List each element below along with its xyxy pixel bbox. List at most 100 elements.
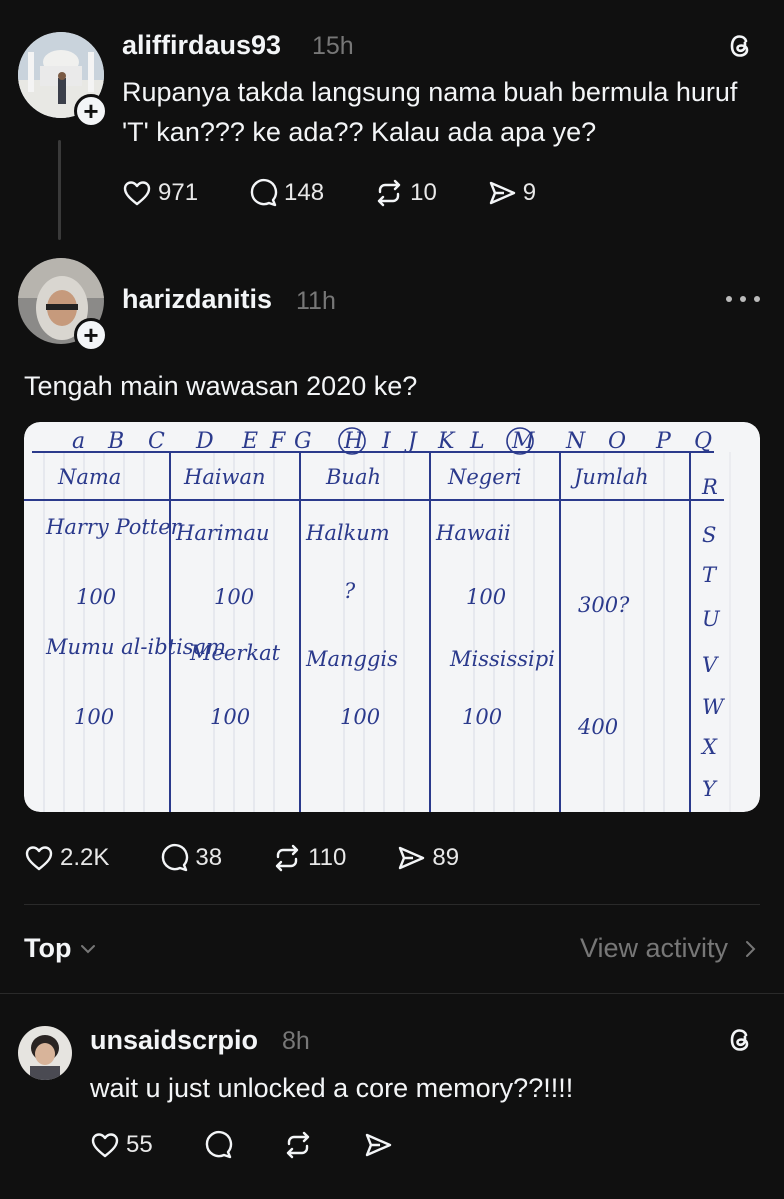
share-button[interactable]	[363, 1130, 393, 1160]
heart-icon	[123, 181, 151, 206]
repost-count: 10	[410, 179, 437, 206]
reply-button[interactable]: 38	[159, 843, 222, 873]
post-aliffirdaus93: + aliffirdaus93 15h Rupanya takda langsu…	[0, 0, 784, 240]
comment-icon	[162, 843, 189, 872]
row1-haiwan: Harimau	[175, 521, 270, 545]
sheet-letter: C	[148, 429, 165, 454]
share-count: 9	[522, 179, 537, 206]
view-activity-link[interactable]: View activity	[580, 933, 760, 964]
row1-negeri: Hawaii	[435, 521, 511, 545]
comment-icon	[205, 1130, 232, 1159]
sheet-letter: B	[107, 429, 124, 454]
side-letter: R	[701, 475, 718, 499]
like-count: 2.2K	[60, 844, 110, 871]
sheet-letter: K	[437, 429, 456, 454]
follow-plus-button[interactable]: +	[74, 318, 108, 352]
header-buah: Buah	[325, 465, 381, 489]
row1-score-haiwan: 100	[214, 585, 254, 609]
post-text: Tengah main wawasan 2020 ke?	[24, 371, 418, 401]
action-bar: 55	[90, 1130, 443, 1160]
repost-button[interactable]: 10	[374, 178, 437, 208]
like-button[interactable]: 2.2K	[24, 843, 109, 873]
repost-icon	[286, 1131, 309, 1159]
reply-button[interactable]: 148	[248, 178, 324, 208]
repost-button[interactable]	[283, 1130, 313, 1160]
reply-count: 38	[195, 844, 223, 871]
side-letter: X	[700, 735, 718, 759]
threads-logo-icon[interactable]	[724, 1024, 756, 1056]
profile-photo	[18, 1026, 72, 1080]
row2-score-jumlah: 400	[577, 715, 618, 739]
sheet-letter: D	[195, 429, 214, 454]
row2-score-negeri: 100	[462, 705, 502, 729]
sort-label: Top	[24, 933, 72, 963]
row1-score-jumlah: 300?	[578, 593, 630, 617]
repost-icon	[377, 179, 401, 207]
header-haiwan: Haiwan	[183, 465, 266, 489]
comment-icon	[250, 178, 278, 207]
timestamp: 8h	[282, 1027, 310, 1055]
sheet-letter: L	[469, 429, 485, 454]
chevron-down-icon	[81, 944, 96, 953]
side-letter: V	[702, 653, 719, 677]
like-count: 971	[158, 179, 199, 206]
send-icon	[489, 181, 515, 205]
side-letter: S	[702, 523, 716, 547]
avatar[interactable]	[18, 1026, 72, 1080]
username[interactable]: harizdanitis	[122, 284, 272, 315]
sheet-letter: O	[608, 429, 626, 454]
like-button[interactable]: 971	[122, 178, 198, 208]
row1-score-nama: 100	[76, 585, 116, 609]
reply-button[interactable]	[203, 1130, 233, 1160]
post-harizdanitis: + harizdanitis 11h Tengah main wawasan 2…	[0, 240, 784, 900]
view-activity-label: View activity	[579, 933, 728, 963]
repost-count: 110	[308, 844, 347, 871]
sheet-letter: a	[72, 429, 85, 454]
sheet-letter: N	[565, 429, 586, 454]
sheet-letter: Q	[694, 429, 712, 454]
reply-count: 148	[284, 179, 325, 206]
send-icon	[399, 846, 425, 870]
username[interactable]: aliffirdaus93	[122, 30, 281, 61]
row2-score-nama: 100	[74, 705, 114, 729]
send-icon	[365, 1133, 391, 1157]
row2-score-haiwan: 100	[210, 705, 250, 729]
row1-score-negeri: 100	[466, 585, 506, 609]
share-button[interactable]: 9	[487, 178, 536, 208]
like-button[interactable]: 55	[90, 1130, 153, 1160]
row2-buah: Manggis	[305, 647, 398, 671]
repost-icon	[275, 844, 299, 872]
side-letter: Y	[702, 777, 718, 801]
sheet-letter: G	[294, 429, 312, 454]
timestamp: 15h	[312, 32, 354, 60]
row1-nama: Harry Potter	[45, 515, 183, 539]
sheet-letter: I	[381, 429, 392, 454]
follow-plus-button[interactable]: +	[74, 94, 108, 128]
thread-line	[58, 140, 61, 240]
share-count: 89	[432, 844, 460, 871]
sheet-letter: M	[511, 429, 535, 454]
sort-bar: Top View activity	[0, 905, 784, 993]
sort-dropdown[interactable]: Top	[24, 933, 97, 964]
heart-icon	[25, 846, 53, 871]
header-negeri: Negeri	[447, 465, 521, 489]
row2-score-buah: 100	[340, 705, 380, 729]
share-button[interactable]: 89	[396, 843, 459, 873]
sheet-letter: E	[241, 429, 258, 454]
row2-haiwan: Meerkat	[189, 641, 281, 665]
row1-buah: Halkum	[305, 521, 390, 545]
row1-score-buah: ?	[344, 579, 356, 603]
side-letter: T	[702, 563, 718, 587]
threads-logo-icon[interactable]	[724, 30, 756, 62]
repost-button[interactable]: 110	[272, 843, 346, 873]
chevron-right-icon	[746, 940, 756, 957]
header-nama: Nama	[57, 465, 121, 489]
side-letter: U	[702, 607, 721, 631]
post-text: wait u just unlocked a core memory??!!!!	[90, 1073, 574, 1103]
username[interactable]: unsaidscrpio	[90, 1025, 258, 1056]
sheet-letter: F	[269, 429, 286, 454]
side-letter: W	[702, 695, 726, 719]
heart-icon	[91, 1133, 119, 1158]
more-options-icon[interactable]	[726, 296, 760, 304]
post-image[interactable]: a B C D E F G H I J K L M N O P Q Nama H…	[24, 422, 760, 812]
